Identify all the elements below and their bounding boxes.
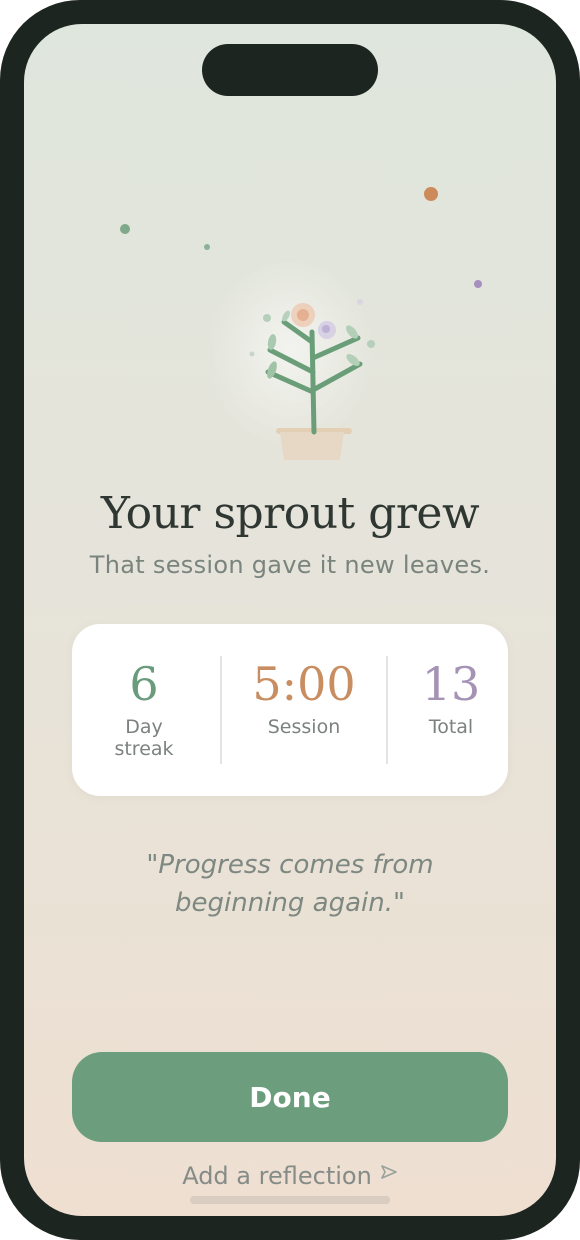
page-subtitle: That session gave it new leaves. [89,551,491,579]
motivational-quote: "Progress comes from beginning again." [146,850,434,918]
stat-divider [386,656,388,764]
sprout-illustration-icon [200,260,380,460]
add-reflection-label: Add a reflection [182,1162,372,1190]
stat-value: 5:00 [252,657,356,711]
session-stats-card: 6 Day streak 5:00 Session 13 Total [72,624,508,796]
stat-session: 5:00 Session [232,656,376,738]
particle-dot [120,224,130,234]
add-reflection-link[interactable]: Add a reflection [24,1158,556,1190]
stat-value: 6 [129,657,159,711]
stat-label: Session [267,716,341,738]
particle-dot [474,280,482,288]
home-indicator[interactable] [190,1196,390,1204]
stat-label: Total [428,716,474,738]
page-title: Your sprout grew [100,488,480,539]
stat-divider [220,656,222,764]
stat-day-streak: 6 Day streak [94,656,194,760]
stat-label: Day streak [114,716,174,760]
done-button[interactable]: Done [72,1052,508,1142]
stat-value: 13 [421,657,481,711]
particle-dot [204,244,210,250]
app-screen: Your sprout grew That session gave it ne… [24,24,556,1216]
particle-dot [424,187,438,201]
phone-frame: Your sprout grew That session gave it ne… [0,0,580,1240]
stat-total: 13 Total [406,656,496,738]
dynamic-island [202,44,378,96]
send-arrow-icon [380,1158,398,1186]
